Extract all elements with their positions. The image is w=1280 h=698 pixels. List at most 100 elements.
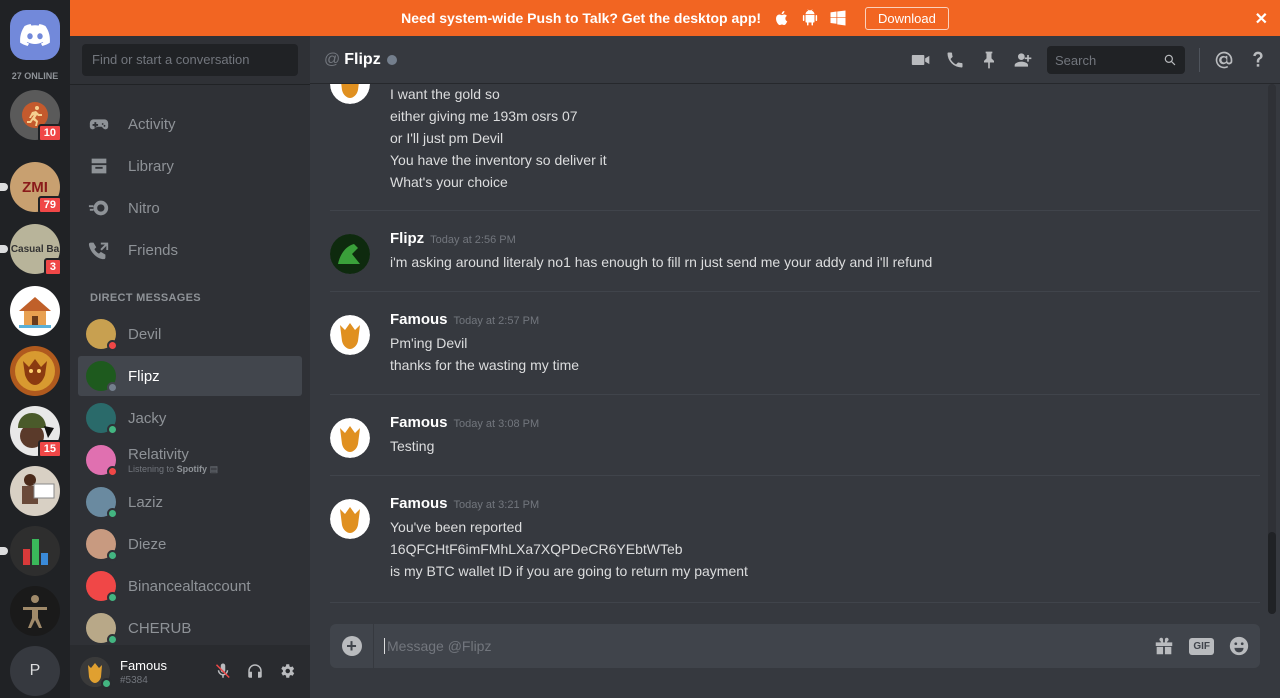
chat-header: @ Flipz Search (310, 36, 1280, 84)
android-icon (802, 9, 818, 26)
message-text: is my BTC wallet ID if you are going to … (390, 563, 748, 579)
at-symbol: @ (324, 50, 341, 68)
message-scrollbar[interactable] (1268, 84, 1276, 614)
message-composer: + Message @Flipz GIF (330, 624, 1260, 668)
username: Famous (120, 658, 167, 673)
dm-jacky[interactable]: Jacky (78, 398, 302, 438)
dm-sidebar: Find or start a conversation Activity Li… (70, 36, 310, 698)
discord-logo-icon (20, 24, 50, 46)
server-hut[interactable] (10, 286, 60, 336)
nav-library[interactable]: Library (78, 146, 302, 186)
nav-friends[interactable]: Friends (78, 230, 302, 270)
message-text: You have the inventory so deliver it (390, 152, 607, 168)
nav-nitro[interactable]: Nitro (78, 188, 302, 228)
plus-icon: + (341, 636, 362, 656)
message-text: 16QFCHtF6imFMhLXa7XQPDeCR6YEbtWTeb (390, 541, 683, 557)
message-text: You've been reported (390, 519, 523, 535)
unread-badge: 15 (37, 440, 62, 458)
help-icon[interactable] (1248, 50, 1268, 70)
search-input[interactable]: Search (1047, 46, 1185, 74)
avatar[interactable] (80, 656, 112, 689)
avatar[interactable] (330, 315, 370, 355)
windows-icon (830, 10, 846, 26)
server-p[interactable]: P (10, 646, 60, 696)
avatar (86, 571, 118, 603)
message-list: I want the gold so either giving me 193m… (310, 84, 1270, 614)
server-creature[interactable] (10, 346, 60, 396)
nav-activity[interactable]: Activity (78, 104, 302, 144)
message-author[interactable]: Famous (390, 311, 448, 328)
message-timestamp: Today at 2:57 PM (453, 315, 540, 327)
scrollbar-thumb[interactable] (1268, 532, 1276, 614)
dm-dieze[interactable]: Dieze (78, 524, 302, 564)
unread-pip (0, 183, 8, 191)
dm-name: Dieze (128, 535, 167, 553)
search-icon (1164, 54, 1176, 66)
gamepad-icon (89, 119, 109, 130)
avatar[interactable] (330, 84, 370, 104)
avatar[interactable] (330, 499, 370, 539)
server-figure[interactable] (10, 586, 60, 636)
headphones-icon[interactable] (246, 662, 264, 680)
dm-relativity[interactable]: Relativity Listening to Spotify ▤ (78, 440, 302, 480)
chart-icon (23, 539, 48, 565)
famous-avatar-icon (330, 418, 370, 458)
famous-avatar-icon (330, 499, 370, 539)
dm-devil[interactable]: Devil (78, 314, 302, 354)
nav-label: Nitro (128, 199, 160, 217)
message-text: I want the gold so (390, 86, 500, 102)
dm-laziz[interactable]: Laziz (78, 482, 302, 522)
status-online (107, 424, 118, 435)
server-casual[interactable]: Casual Ba 3 (0, 224, 62, 276)
avatar[interactable] (330, 234, 370, 274)
gif-button[interactable]: GIF (1189, 637, 1214, 655)
dm-cherub[interactable]: CHERUB (78, 608, 302, 648)
activity-status: Listening to Spotify ▤ (128, 463, 219, 474)
server-chart[interactable] (0, 526, 60, 576)
server-soldier[interactable]: 15 (10, 406, 62, 458)
unread-badge: 79 (37, 196, 62, 214)
message-text: thanks for the wasting my time (390, 357, 580, 373)
message-author[interactable]: Famous (390, 495, 448, 512)
find-conversation-input[interactable]: Find or start a conversation (82, 44, 298, 76)
download-button[interactable]: Download (865, 6, 949, 30)
pin-icon[interactable] (979, 50, 999, 70)
dm-binancealtaccount[interactable]: Binancealtaccount (78, 566, 302, 606)
close-banner-icon[interactable]: ✕ (1255, 9, 1268, 29)
user-panel: Famous #5384 (70, 645, 310, 698)
creature-icon (15, 351, 55, 391)
nav-label: Library (128, 157, 174, 175)
message-text: or I'll just pm Devil (390, 130, 504, 146)
gift-icon[interactable] (1153, 635, 1175, 657)
letter-icon: P (10, 646, 60, 696)
flipz-avatar-icon (330, 234, 370, 274)
unread-pip (0, 245, 8, 253)
nitro-icon (88, 200, 109, 216)
famous-avatar-icon (330, 84, 370, 104)
home-button[interactable] (10, 10, 60, 60)
avatar[interactable] (330, 418, 370, 458)
message-author[interactable]: Famous (390, 414, 448, 431)
dm-flipz[interactable]: Flipz (78, 356, 302, 396)
user-tag: #5384 (120, 675, 148, 686)
add-friend-icon[interactable] (1013, 50, 1033, 70)
message-input[interactable]: Message @Flipz (384, 638, 491, 654)
server-list: 27 ONLINE 10 ZMI 79 Casual Ba 3 15 P (0, 0, 70, 698)
unread-badge: 10 (37, 124, 62, 142)
unread-badge: 3 (43, 258, 62, 276)
status-dnd (107, 340, 118, 351)
status-offline (386, 54, 397, 65)
video-call-icon[interactable] (911, 50, 931, 70)
rich-presence-icon: ▤ (209, 463, 219, 474)
voice-call-icon[interactable] (945, 50, 965, 70)
server-person[interactable] (10, 466, 60, 516)
server-runner[interactable]: 10 (10, 90, 62, 142)
emoji-icon[interactable] (1228, 635, 1250, 657)
server-zmi[interactable]: ZMI 79 (0, 162, 62, 214)
settings-gear-icon[interactable] (278, 662, 296, 680)
mute-mic-icon[interactable] (214, 662, 232, 680)
upload-button[interactable]: + (330, 624, 374, 668)
mentions-icon[interactable] (1214, 50, 1234, 70)
message-author[interactable]: Flipz (390, 230, 424, 247)
dm-header: DIRECT MESSAGES (90, 292, 201, 304)
